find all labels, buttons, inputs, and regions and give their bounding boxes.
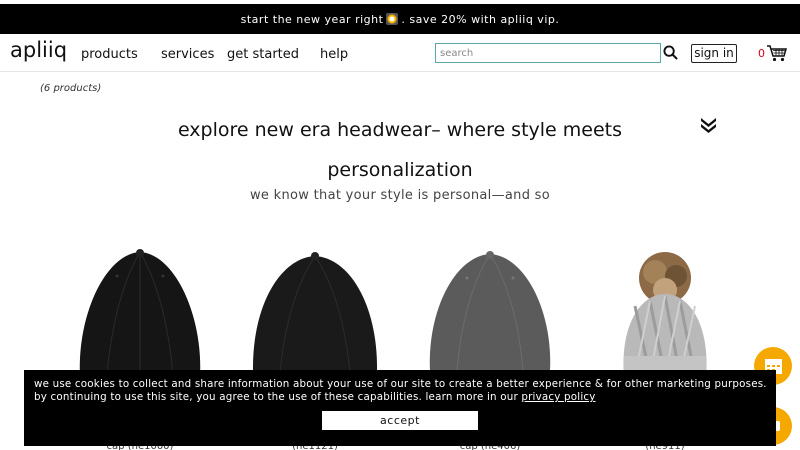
- page-subtitle: we know that your style is personal—and …: [249, 188, 551, 203]
- product-count: (6 products): [40, 83, 102, 94]
- privacy-policy-link[interactable]: privacy policy: [521, 391, 595, 403]
- nav-help[interactable]: help: [320, 47, 348, 62]
- search-icon[interactable]: [663, 45, 678, 60]
- page-title: explore new era headwear– where style me…: [177, 119, 623, 181]
- cookie-text: we use cookies to collect and share info…: [34, 378, 767, 403]
- search-input[interactable]: [435, 43, 661, 63]
- promo-text-start: start the new year right: [240, 12, 384, 26]
- site-header: apliiq products services get started hel…: [0, 35, 800, 72]
- sign-in-button[interactable]: sign in: [691, 44, 737, 63]
- nav-get-started[interactable]: get started: [227, 47, 299, 62]
- nav-services[interactable]: services: [161, 47, 214, 62]
- cart-icon[interactable]: [767, 45, 787, 62]
- logo[interactable]: apliiq: [10, 38, 67, 62]
- firework-icon: [386, 13, 399, 25]
- nav-products[interactable]: products: [81, 47, 138, 62]
- cart-count: 0: [758, 47, 765, 60]
- cookie-message: we use cookies to collect and share info…: [34, 378, 774, 404]
- double-chevron-down-icon[interactable]: [700, 117, 717, 133]
- cookie-banner: we use cookies to collect and share info…: [24, 370, 776, 446]
- promo-text-end: . save 20% with apliiq vip.: [401, 12, 560, 26]
- promo-bar[interactable]: start the new year right . save 20% with…: [0, 4, 800, 34]
- accept-button[interactable]: accept: [322, 411, 478, 430]
